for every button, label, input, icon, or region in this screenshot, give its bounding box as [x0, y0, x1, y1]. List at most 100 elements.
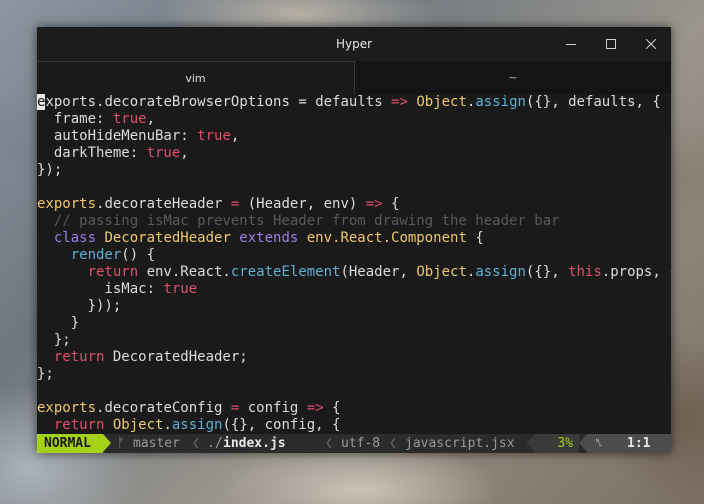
- code-line: return DecoratedHeader;: [37, 349, 248, 366]
- code-token: {: [382, 196, 400, 212]
- code-token: config: [239, 400, 307, 416]
- code-line: };: [37, 332, 71, 349]
- scroll-percent: 3%: [535, 434, 579, 453]
- code-line: render() {: [37, 247, 155, 264]
- code-token: .decorateConfig: [96, 400, 231, 416]
- code-token: class: [37, 230, 105, 246]
- code-line: });: [37, 162, 62, 179]
- code-token: Object: [416, 94, 467, 110]
- code-token: env.React.Component: [306, 230, 467, 246]
- code-token: =>: [306, 400, 324, 416]
- code-line: return env.React.createElement(Header, O…: [37, 264, 671, 281]
- mode-separator: [103, 434, 111, 452]
- code-token: };: [37, 332, 71, 348]
- branch-icon: ᚠ: [117, 436, 125, 451]
- code-token: return: [37, 264, 147, 280]
- code-token: createElement: [230, 264, 341, 280]
- code-token: });: [37, 162, 63, 178]
- code-token: ({},: [525, 264, 569, 280]
- code-line: exports.decorateConfig = config => {: [37, 400, 340, 417]
- code-token: xports: [45, 94, 97, 110]
- tab-bar: vim ~: [37, 61, 671, 94]
- maximize-button[interactable]: [596, 33, 626, 55]
- file-name: index.js: [223, 436, 286, 451]
- code-token: exports: [37, 400, 97, 416]
- code-token: ({}, defaults, {: [525, 94, 661, 110]
- code-token: (Header,: [340, 264, 417, 280]
- code-line: }: [37, 315, 79, 332]
- code-token: (Header, env): [239, 196, 366, 212]
- code-token: decorateBrowserOptions: [104, 94, 290, 110]
- code-token: env.React.: [146, 264, 231, 280]
- code-token: DecoratedHeader;: [112, 349, 248, 365]
- code-token: render: [37, 247, 122, 263]
- close-button[interactable]: [636, 33, 666, 55]
- line-number-icon: ␤: [595, 438, 603, 449]
- code-token: return: [37, 349, 113, 365]
- close-icon: [646, 39, 656, 49]
- file-type: javascript.jsx: [405, 436, 515, 451]
- code-line: class DecoratedHeader extends env.React.…: [37, 230, 484, 247]
- encoding-separator: ❮: [325, 436, 333, 451]
- code-line: darkTheme: true,: [37, 145, 189, 162]
- code-line: // passing isMac prevents Header from dr…: [37, 213, 560, 230]
- code-line: isMac: true: [37, 281, 197, 298]
- code-token: .decorateHeader: [96, 196, 231, 212]
- tab-home[interactable]: ~: [354, 61, 671, 94]
- code-line: };: [37, 366, 54, 383]
- code-token: {: [323, 400, 341, 416]
- code-token: true: [197, 128, 231, 144]
- code-token: =>: [382, 94, 417, 110]
- filetype-separator: ❮: [389, 436, 397, 451]
- code-token: };: [37, 366, 54, 382]
- code-token: assign: [475, 94, 526, 110]
- code-token: ({}, config, {: [222, 417, 341, 433]
- file-path-prefix: ./: [207, 436, 223, 451]
- code-token: Object: [416, 264, 467, 280]
- title-bar[interactable]: Hyper: [37, 27, 671, 61]
- code-token: darkTheme:: [37, 145, 147, 161]
- path-separator: ❮: [192, 436, 200, 451]
- code-token: // passing isMac prevents Header from dr…: [37, 213, 560, 229]
- code-token: defaults: [315, 94, 383, 110]
- code-token: return: [37, 417, 113, 433]
- code-token: () {: [121, 247, 156, 263]
- git-branch: master: [133, 436, 180, 451]
- code-token: =: [289, 94, 316, 110]
- code-token: ,: [146, 111, 156, 127]
- code-token: ,: [230, 128, 240, 144]
- minimize-button[interactable]: [556, 33, 586, 55]
- tab-label: ~: [508, 71, 518, 84]
- percent-separator: [526, 434, 535, 452]
- code-token: isMac:: [37, 281, 164, 297]
- code-token: =>: [365, 196, 383, 212]
- vim-statusline: NORMAL ᚠ master ❮ ./ index.js ❮ utf-8 ❮ …: [37, 434, 671, 453]
- code-token: true: [112, 111, 147, 127]
- code-token: true: [163, 281, 198, 297]
- code-token: frame:: [37, 111, 113, 127]
- cursor-position: 1:1: [627, 436, 651, 451]
- mode-indicator: NORMAL: [37, 434, 103, 453]
- code-line: }));: [37, 298, 122, 315]
- code-token: exports: [37, 196, 97, 212]
- code-token: ,: [180, 145, 189, 161]
- code-token: true: [146, 145, 181, 161]
- code-token: {: [466, 230, 484, 246]
- tab-vim[interactable]: vim: [37, 61, 354, 94]
- code-editor[interactable]: exports. decorateBrowserOptions = default…: [37, 94, 671, 434]
- code-token: DecoratedHeader: [104, 230, 240, 246]
- position-separator: [579, 434, 587, 452]
- code-line: exports.decorateBrowserOptions = default…: [37, 94, 661, 111]
- code-token: extends: [239, 230, 307, 246]
- code-token: .props, {: [601, 264, 671, 280]
- cursor-position-block: ␤ 1:1: [587, 434, 671, 453]
- code-line: autoHideMenuBar: true,: [37, 128, 239, 145]
- code-token: Object: [112, 417, 164, 433]
- code-token: this: [568, 264, 602, 280]
- code-token: }));: [37, 298, 122, 314]
- code-token: assign: [475, 264, 526, 280]
- code-line: return Object.assign({}, config, {: [37, 417, 341, 434]
- terminal-window: Hyper vim ~ exports. decorateBrowserOptio…: [37, 27, 671, 453]
- code-token: assign: [171, 417, 223, 433]
- code-token: autoHideMenuBar:: [37, 128, 198, 144]
